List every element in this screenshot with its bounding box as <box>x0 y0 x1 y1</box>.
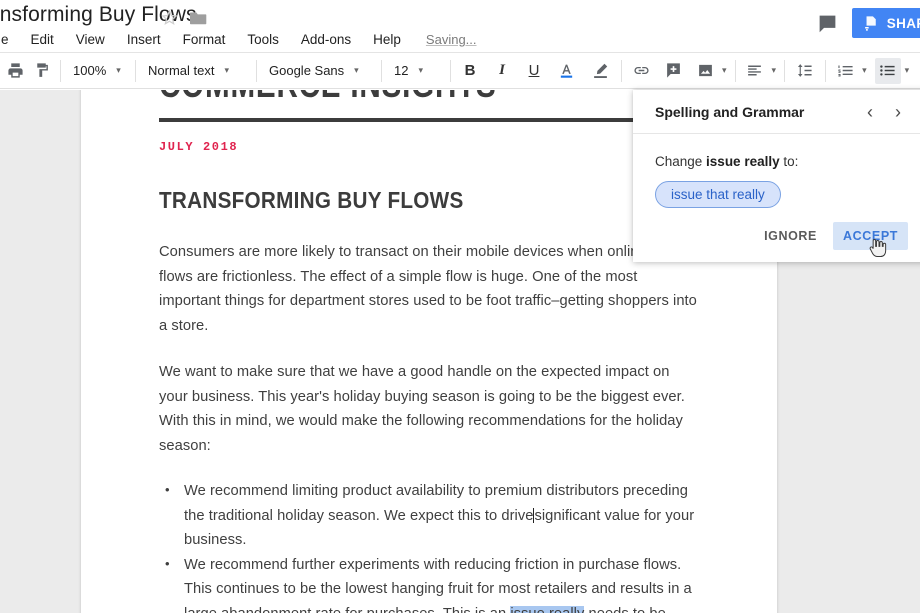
top-right-actions: SHARE <box>817 8 920 38</box>
line-spacing-icon[interactable] <box>791 58 817 84</box>
spelling-and-grammar-dialog: Spelling and Grammar ‹ › › Change issue … <box>633 90 920 262</box>
insert-link-icon[interactable] <box>628 58 654 84</box>
font-size-select[interactable]: 12 ▾ <box>388 58 444 84</box>
more-options-icon[interactable]: ⋮ <box>914 229 920 244</box>
font-family-select[interactable]: Google Sans ▾ <box>263 58 375 84</box>
italic-label: I <box>499 62 505 79</box>
dialog-body: Change issue really to: issue that reall… <box>633 134 920 208</box>
list-item: We recommend further experiments with re… <box>184 553 699 613</box>
chevron-down-icon: ▾ <box>224 66 229 75</box>
google-docs-window: ansforming Buy Flows e Edit View Insert … <box>0 0 920 613</box>
zoom-value: 100% <box>73 63 106 78</box>
toolbar-divider <box>735 60 736 82</box>
menu-view[interactable]: View <box>65 30 116 49</box>
underline-label: U <box>529 62 540 79</box>
italic-button[interactable]: I <box>489 58 515 84</box>
chevron-down-icon: ▾ <box>354 66 359 75</box>
zoom-select[interactable]: 100% ▾ <box>67 58 129 84</box>
change-suffix: to: <box>780 154 799 169</box>
comment-bubble-icon[interactable] <box>817 13 838 34</box>
menu-edit[interactable]: Edit <box>20 30 65 49</box>
chevron-left-icon[interactable]: ‹ <box>863 103 877 121</box>
text-color-icon[interactable] <box>553 58 579 84</box>
chevron-down-icon[interactable]: ▾ <box>905 65 910 76</box>
change-instruction: Change issue really to: <box>655 154 920 169</box>
chevron-down-icon[interactable]: ▾ <box>862 65 867 76</box>
formatting-toolbar: 100% ▾ Normal text ▾ Google Sans ▾ 12 ▾ … <box>0 52 920 89</box>
chevron-down-icon[interactable]: ▾ <box>772 65 777 76</box>
recommendations-list: We recommend limiting product availabili… <box>159 479 699 613</box>
menu-add-ons[interactable]: Add-ons <box>290 30 362 49</box>
ignore-button[interactable]: IGNORE <box>754 222 827 250</box>
saving-status: Saving... <box>426 32 477 47</box>
bold-label: B <box>465 62 476 79</box>
menu-format[interactable]: Format <box>172 30 237 49</box>
add-comment-icon[interactable] <box>660 58 686 84</box>
chevron-right-icon[interactable]: › <box>891 103 905 121</box>
share-button-label: SHARE <box>887 16 920 31</box>
mouse-pointer-hand-icon <box>869 238 887 258</box>
document-content: COMMERCE INSIGHTS JULY 2018 TRANSFORMING… <box>159 90 699 613</box>
list-item: We recommend limiting product availabili… <box>184 479 699 553</box>
toolbar-divider <box>825 60 826 82</box>
change-prefix: Change <box>655 154 706 169</box>
menu-help[interactable]: Help <box>362 30 412 49</box>
paragraph-style-value: Normal text <box>148 63 214 78</box>
align-left-icon[interactable] <box>742 58 768 84</box>
highlight-pen-icon[interactable] <box>587 58 613 84</box>
font-family-value: Google Sans <box>269 63 344 78</box>
toolbar-divider <box>621 60 622 82</box>
numbered-list-icon[interactable] <box>832 58 858 84</box>
bold-button[interactable]: B <box>457 58 483 84</box>
chevron-down-icon: ▾ <box>116 66 121 75</box>
title-action-icons <box>161 9 207 26</box>
selected-grammar-phrase[interactable]: issue really <box>510 606 584 613</box>
share-button[interactable]: SHARE <box>852 8 920 38</box>
toolbar-divider <box>60 60 61 82</box>
chevron-down-icon[interactable]: ▾ <box>722 65 727 76</box>
toolbar-divider <box>256 60 257 82</box>
header-rule <box>159 118 699 122</box>
document-dateline: JULY 2018 <box>159 140 699 154</box>
toolbar-divider <box>381 60 382 82</box>
document-kicker: COMMERCE INSIGHTS <box>159 90 591 103</box>
underline-button[interactable]: U <box>521 58 547 84</box>
paragraph-2: We want to make sure that we have a good… <box>159 360 699 458</box>
suggestion-chip[interactable]: issue that really <box>655 181 781 208</box>
paragraph-1: Consumers are more likely to transact on… <box>159 240 699 338</box>
dialog-title: Spelling and Grammar <box>655 104 863 120</box>
dialog-navigation: ‹ › › <box>863 103 920 121</box>
dialog-actions: IGNORE ACCEPT ⋮ <box>754 222 920 250</box>
share-lock-icon <box>863 15 880 32</box>
bullet-2-text-part-2: needs to be <box>584 606 665 613</box>
font-size-value: 12 <box>394 63 408 78</box>
toolbar-divider <box>135 60 136 82</box>
dialog-header: Spelling and Grammar ‹ › › <box>633 90 920 134</box>
print-icon[interactable] <box>2 58 28 84</box>
chevron-down-icon: ▾ <box>418 66 423 75</box>
paint-format-icon[interactable] <box>28 58 54 84</box>
document-heading: TRANSFORMING BUY FLOWS <box>159 187 645 214</box>
title-bar: ansforming Buy Flows e Edit View Insert … <box>0 0 920 52</box>
toolbar-divider <box>784 60 785 82</box>
paragraph-style-select[interactable]: Normal text ▾ <box>142 58 250 84</box>
change-term: issue really <box>706 154 780 169</box>
menu-file[interactable]: e <box>0 30 20 49</box>
menu-bar: e Edit View Insert Format Tools Add-ons … <box>0 30 477 49</box>
menu-tools[interactable]: Tools <box>236 30 290 49</box>
menu-insert[interactable]: Insert <box>116 30 172 49</box>
bulleted-list-icon[interactable] <box>875 58 901 84</box>
folder-icon[interactable] <box>190 10 207 25</box>
insert-image-icon[interactable] <box>692 58 718 84</box>
toolbar-divider <box>450 60 451 82</box>
star-outline-icon[interactable] <box>161 9 178 26</box>
